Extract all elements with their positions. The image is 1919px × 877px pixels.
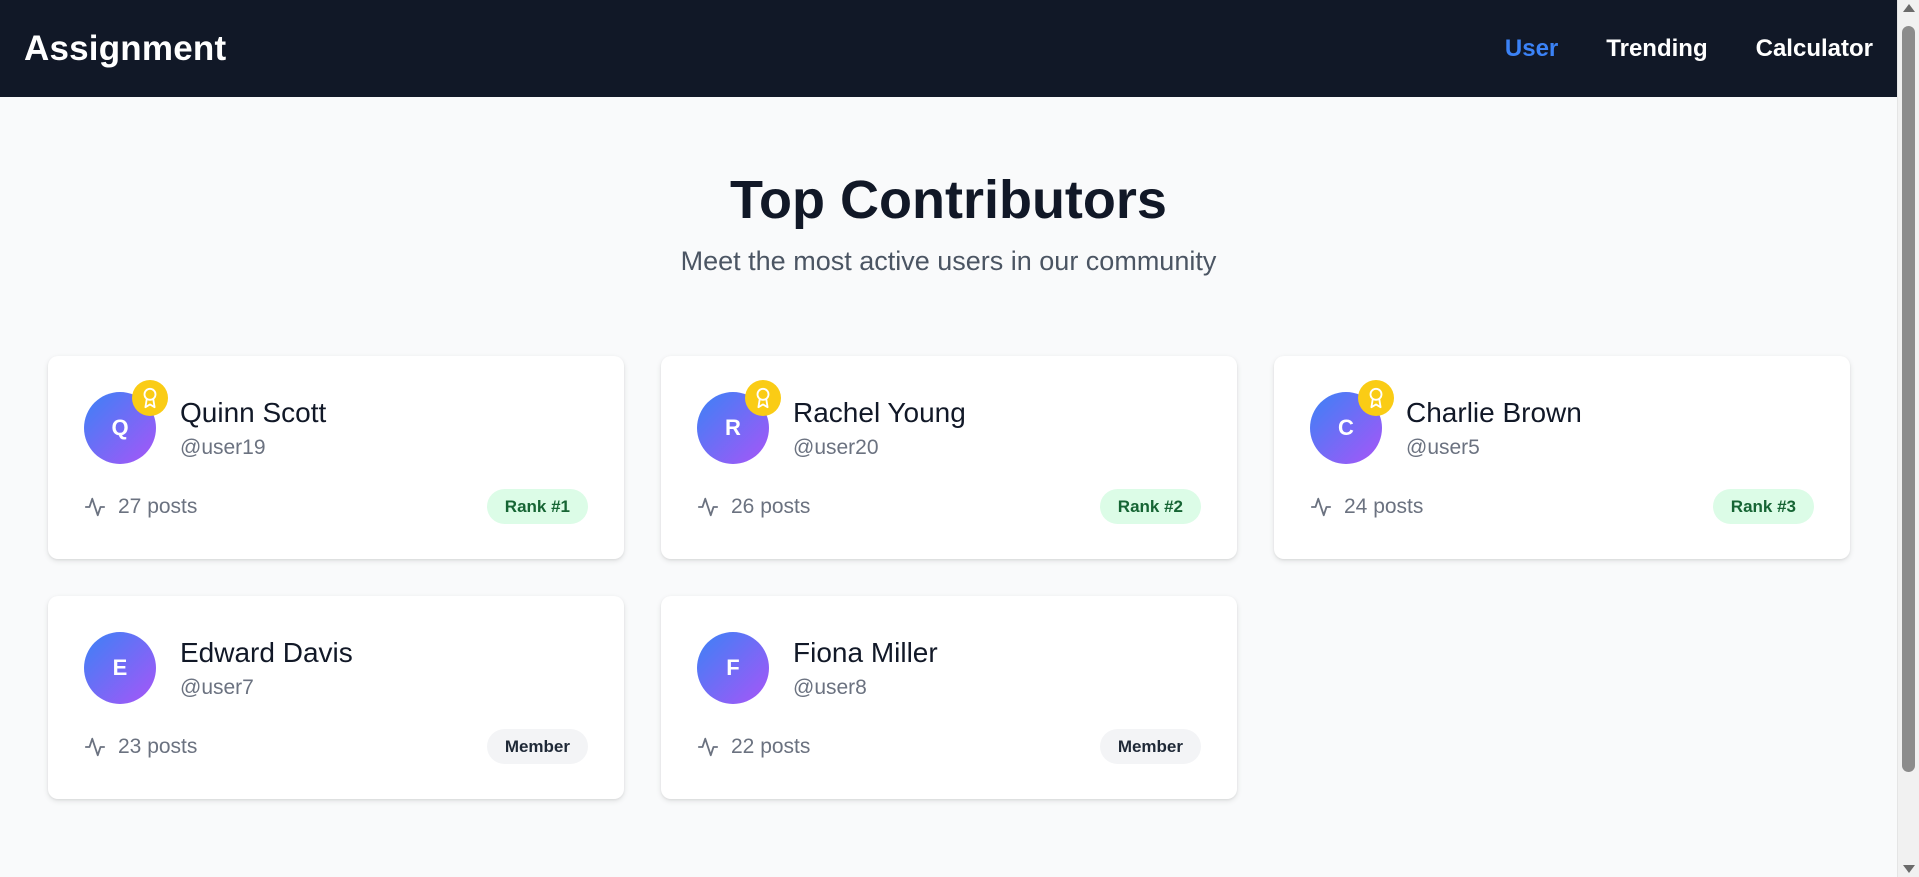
- post-count: 26 posts: [697, 495, 810, 519]
- brand-logo[interactable]: Assignment: [24, 29, 226, 69]
- activity-icon: [697, 737, 719, 756]
- user-info: Charlie Brown @user5: [1406, 396, 1582, 460]
- contributor-card-quinn-scott[interactable]: Q Quinn Scott @user19 27 posts Rank #1: [48, 356, 624, 559]
- card-header: E Edward Davis @user7: [84, 632, 588, 704]
- activity-icon: [84, 737, 106, 756]
- scroll-up-arrow-icon[interactable]: [1903, 4, 1915, 12]
- nav-link-trending[interactable]: Trending: [1606, 35, 1707, 63]
- main-content: Top Contributors Meet the most active us…: [0, 97, 1897, 799]
- post-count: 23 posts: [84, 735, 197, 759]
- contributor-card-rachel-young[interactable]: R Rachel Young @user20 26 posts Rank #2: [661, 356, 1237, 559]
- avatar-initial: F: [726, 655, 740, 680]
- contributors-grid: Q Quinn Scott @user19 27 posts Rank #1 R…: [48, 356, 1850, 799]
- post-count: 24 posts: [1310, 495, 1423, 519]
- page-subtitle: Meet the most active users in our commun…: [680, 246, 1217, 277]
- avatar-wrapper: Q: [84, 380, 168, 464]
- user-handle: @user8: [793, 675, 867, 699]
- card-footer: 24 posts Rank #3: [1310, 489, 1814, 524]
- avatar-wrapper: R: [697, 380, 781, 464]
- nav-link-calculator[interactable]: Calculator: [1756, 35, 1873, 63]
- card-header: F Fiona Miller @user8: [697, 632, 1201, 704]
- avatar-initial: Q: [111, 415, 129, 440]
- status-badge: Rank #1: [486, 489, 588, 524]
- award-icon: [1358, 380, 1394, 416]
- avatar-initial: C: [1338, 415, 1354, 440]
- award-icon: [745, 380, 781, 416]
- scroll-down-arrow-icon[interactable]: [1903, 865, 1915, 873]
- post-count: 22 posts: [697, 735, 810, 759]
- post-count: 27 posts: [84, 495, 197, 519]
- nav-links: User Trending Calculator: [1505, 35, 1873, 63]
- status-badge: Rank #3: [1712, 489, 1814, 524]
- user-info: Rachel Young @user20: [793, 396, 966, 460]
- user-info: Fiona Miller @user8: [793, 636, 938, 700]
- avatar: E: [84, 632, 156, 704]
- status-badge: Member: [1099, 729, 1201, 764]
- card-footer: 22 posts Member: [697, 729, 1201, 764]
- user-handle: @user19: [180, 435, 266, 459]
- avatar-initial: E: [112, 655, 128, 680]
- avatar-wrapper: E: [84, 632, 156, 704]
- user-info: Quinn Scott @user19: [180, 396, 326, 460]
- post-count-label: 22 posts: [731, 734, 811, 758]
- activity-icon: [84, 497, 106, 516]
- contributor-card-charlie-brown[interactable]: C Charlie Brown @user5 24 posts Rank #3: [1274, 356, 1850, 559]
- status-badge: Member: [486, 729, 588, 764]
- award-icon: [132, 380, 168, 416]
- user-handle: @user5: [1406, 435, 1480, 459]
- user-info: Edward Davis @user7: [180, 636, 353, 700]
- user-name: Quinn Scott: [180, 397, 327, 429]
- card-footer: 26 posts Rank #2: [697, 489, 1201, 524]
- avatar-wrapper: F: [697, 632, 769, 704]
- user-name: Edward Davis: [180, 637, 353, 669]
- card-header: C Charlie Brown @user5: [1310, 380, 1814, 464]
- card-footer: 27 posts Rank #1: [84, 489, 588, 524]
- card-footer: 23 posts Member: [84, 729, 588, 764]
- user-handle: @user20: [793, 435, 879, 459]
- contributor-card-fiona-miller[interactable]: F Fiona Miller @user8 22 posts Member: [661, 596, 1237, 799]
- post-count-label: 26 posts: [731, 494, 811, 518]
- post-count-label: 23 posts: [118, 734, 198, 758]
- page-title: Top Contributors: [730, 170, 1167, 230]
- hero-section: Top Contributors Meet the most active us…: [0, 97, 1897, 277]
- post-count-label: 27 posts: [118, 494, 198, 518]
- activity-icon: [697, 497, 719, 516]
- scrollbar-thumb[interactable]: [1902, 26, 1915, 772]
- avatar-wrapper: C: [1310, 380, 1394, 464]
- user-handle: @user7: [180, 675, 254, 699]
- vertical-scrollbar[interactable]: [1897, 0, 1919, 877]
- nav-link-user[interactable]: User: [1505, 35, 1558, 63]
- post-count-label: 24 posts: [1344, 494, 1424, 518]
- contributor-card-edward-davis[interactable]: E Edward Davis @user7 23 posts Member: [48, 596, 624, 799]
- user-name: Rachel Young: [793, 397, 966, 429]
- avatar-initial: R: [725, 415, 741, 440]
- user-name: Charlie Brown: [1406, 397, 1582, 429]
- card-header: Q Quinn Scott @user19: [84, 380, 588, 464]
- user-name: Fiona Miller: [793, 637, 938, 669]
- activity-icon: [1310, 497, 1332, 516]
- status-badge: Rank #2: [1099, 489, 1201, 524]
- top-navbar: Assignment User Trending Calculator: [0, 0, 1897, 97]
- avatar: F: [697, 632, 769, 704]
- card-header: R Rachel Young @user20: [697, 380, 1201, 464]
